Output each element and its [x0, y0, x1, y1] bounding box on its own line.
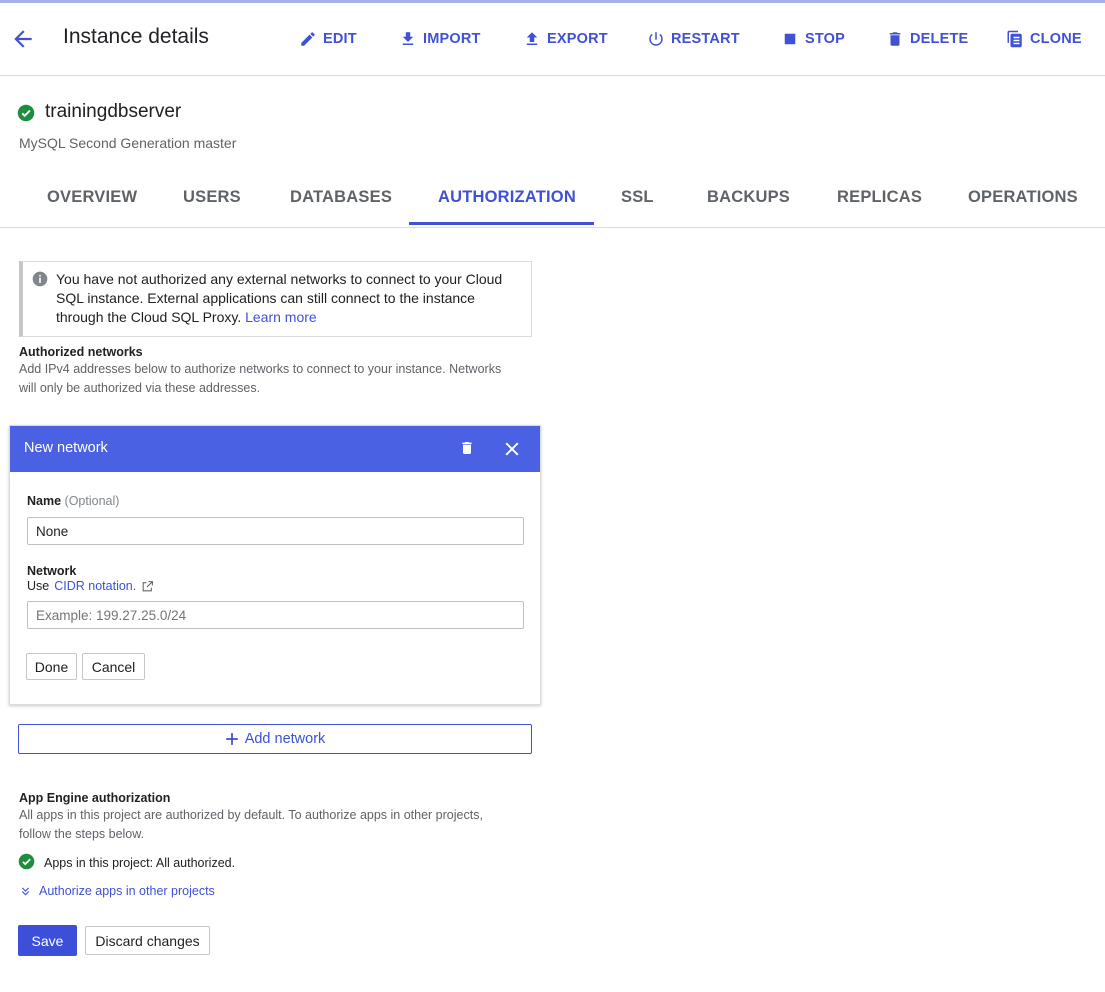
- optional-hint: (Optional): [64, 494, 120, 508]
- stop-button[interactable]: STOP: [781, 28, 845, 50]
- open-in-new-icon[interactable]: [141, 580, 154, 593]
- delete-label: DELETE: [910, 31, 969, 47]
- tab-bar: OVERVIEW USERS DATABASES AUTHORIZATION S…: [0, 172, 1105, 228]
- tab-databases[interactable]: DATABASES: [290, 188, 392, 207]
- app-engine-heading: App Engine authorization: [19, 791, 171, 805]
- add-network-button[interactable]: Add network: [18, 724, 532, 754]
- authorized-networks-heading: Authorized networks: [19, 345, 143, 359]
- network-cidr-field[interactable]: [27, 601, 524, 629]
- tab-replicas[interactable]: REPLICAS: [837, 188, 922, 207]
- close-icon[interactable]: [502, 439, 522, 459]
- name-label: Name (Optional): [27, 494, 119, 508]
- tab-ssl[interactable]: SSL: [621, 188, 654, 207]
- double-chevron-down-icon: [21, 886, 30, 895]
- save-button[interactable]: Save: [18, 925, 77, 956]
- new-network-card: New network Name (Optional) Network Use …: [9, 425, 541, 705]
- import-icon: [402, 32, 414, 45]
- info-icon: [32, 271, 48, 287]
- export-button[interactable]: EXPORT: [523, 28, 608, 50]
- active-tab-indicator: [409, 222, 594, 225]
- plus-icon: [225, 733, 238, 745]
- edit-button[interactable]: EDIT: [299, 28, 357, 50]
- restart-button[interactable]: RESTART: [647, 28, 740, 50]
- authorized-networks-description: Add IPv4 addresses below to authorize ne…: [19, 362, 502, 395]
- export-icon: [526, 32, 538, 45]
- new-network-header: New network: [10, 426, 540, 472]
- import-label: IMPORT: [423, 31, 481, 47]
- back-arrow-icon[interactable]: [10, 26, 36, 52]
- stop-label: STOP: [805, 31, 846, 47]
- delete-button[interactable]: DELETE: [886, 28, 968, 50]
- instance-name: trainingdbserver: [45, 101, 182, 122]
- cidr-notation-link[interactable]: CIDR notation.: [54, 579, 136, 593]
- page-header: Instance details EDIT IMPORT EXPORT REST…: [0, 3, 1105, 76]
- pencil-icon: [301, 32, 315, 46]
- tab-authorization[interactable]: AUTHORIZATION: [438, 188, 576, 207]
- trash-icon: [889, 32, 901, 46]
- tab-backups[interactable]: BACKUPS: [707, 188, 790, 207]
- tab-overview[interactable]: OVERVIEW: [47, 188, 137, 207]
- tab-users[interactable]: USERS: [183, 188, 241, 207]
- new-network-title: New network: [24, 440, 108, 456]
- app-engine-description: All apps in this project are authorized …: [19, 808, 483, 841]
- page-title: Instance details: [63, 25, 209, 48]
- cidr-hint: Use CIDR notation.: [27, 579, 154, 593]
- network-name-field[interactable]: [27, 517, 524, 545]
- learn-more-link[interactable]: Learn more: [245, 309, 317, 325]
- authorize-other-projects-link: Authorize apps in other projects: [39, 884, 215, 898]
- clone-label: CLONE: [1030, 31, 1082, 47]
- power-icon: [649, 32, 663, 46]
- tab-operations[interactable]: OPERATIONS: [968, 188, 1078, 207]
- delete-network-icon[interactable]: [459, 439, 475, 457]
- restart-label: RESTART: [671, 31, 740, 47]
- check-circle-icon: [18, 853, 35, 870]
- instance-subtitle: MySQL Second Generation master: [19, 135, 237, 151]
- clone-button[interactable]: CLONE: [1006, 28, 1082, 50]
- cidr-hint-prefix: Use: [27, 579, 50, 593]
- cancel-button[interactable]: Cancel: [82, 653, 145, 680]
- check-circle-icon: [17, 104, 35, 122]
- authorize-other-projects-toggle[interactable]: Authorize apps in other projects: [20, 884, 215, 898]
- clone-icon: [1007, 30, 1022, 48]
- network-label: Network: [27, 564, 77, 578]
- discard-changes-button[interactable]: Discard changes: [85, 926, 210, 955]
- done-button[interactable]: Done: [26, 653, 77, 680]
- add-network-label: Add network: [244, 731, 326, 747]
- stop-icon: [784, 33, 796, 45]
- info-banner-text: You have not authorized any external net…: [56, 270, 526, 327]
- export-label: EXPORT: [547, 31, 608, 47]
- edit-label: EDIT: [323, 31, 357, 47]
- name-label-text: Name: [27, 494, 62, 508]
- import-button[interactable]: IMPORT: [399, 28, 481, 50]
- info-banner: You have not authorized any external net…: [19, 261, 532, 337]
- app-engine-status: Apps in this project: All authorized.: [44, 856, 236, 870]
